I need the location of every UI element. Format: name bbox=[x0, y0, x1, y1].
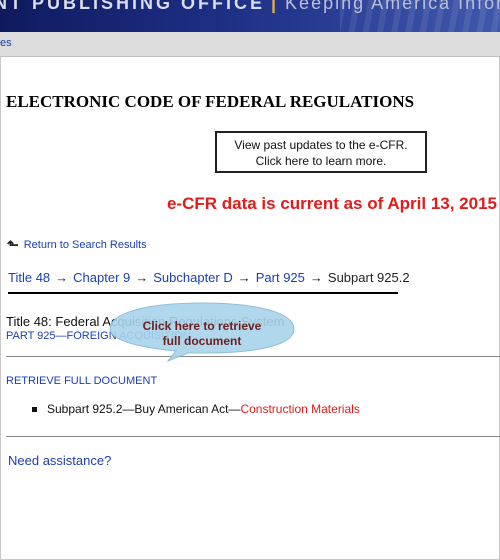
banner-text: NT PUBLISHING OFFICE | Keeping America Inf… bbox=[0, 0, 500, 14]
construction-materials-link[interactable]: Construction Materials bbox=[240, 402, 359, 416]
return-to-search-link[interactable]: Return to Search Results bbox=[24, 239, 147, 251]
need-assistance-link[interactable]: Need assistance? bbox=[8, 453, 111, 468]
callout-line2: full document bbox=[162, 334, 242, 348]
breadcrumb: Title 48 → Chapter 9 → Subchapter D → Part 925… bbox=[8, 270, 410, 294]
top-nav-bar: es bbox=[0, 32, 500, 57]
divider bbox=[6, 436, 500, 437]
subpart-prefix: Subpart 925.2—Buy American Act— bbox=[47, 402, 241, 416]
subpart-list-item: Subpart 925.2—Buy American Act—Construct… bbox=[32, 402, 360, 416]
past-updates-box[interactable]: View past updates to the e-CFR. Click he… bbox=[215, 131, 427, 173]
data-current-status: e-CFR data is current as of April 13, 20… bbox=[166, 194, 497, 213]
nav-link[interactable]: es bbox=[0, 37, 12, 49]
banner-separator: | bbox=[271, 0, 280, 13]
breadcrumb-separator: → bbox=[55, 270, 69, 285]
retrieve-full-document-link[interactable]: RETRIEVE FULL DOCUMENT bbox=[6, 375, 157, 387]
page-title: ELECTRONIC CODE OF FEDERAL REGULATIONS bbox=[6, 92, 415, 111]
bullet-icon bbox=[32, 407, 37, 413]
callout-text: Click here to retrieve full document bbox=[108, 319, 296, 349]
past-updates-line2: Click here to learn more. bbox=[255, 154, 387, 168]
up-arrow-icon: ⬑ bbox=[7, 236, 19, 253]
breadcrumb-separator: → bbox=[309, 270, 323, 285]
breadcrumb-current: Subpart 925.2 bbox=[327, 270, 410, 285]
breadcrumb-separator: → bbox=[237, 270, 251, 285]
breadcrumb-chapter[interactable]: Chapter 9 bbox=[73, 270, 130, 285]
breadcrumb-subchapter[interactable]: Subchapter D bbox=[153, 270, 233, 285]
callout-line1: Click here to retrieve bbox=[142, 319, 262, 333]
breadcrumb-separator: → bbox=[135, 270, 149, 285]
banner-tagline: Keeping America Informed bbox=[285, 0, 500, 13]
breadcrumb-title[interactable]: Title 48 bbox=[8, 270, 50, 285]
breadcrumb-part[interactable]: Part 925 bbox=[256, 270, 305, 285]
past-updates-line1: View past updates to the e-CFR. bbox=[234, 138, 408, 152]
banner-title: NT PUBLISHING OFFICE bbox=[0, 0, 265, 13]
gpo-banner: NT PUBLISHING OFFICE | Keeping America Inf… bbox=[0, 0, 500, 32]
return-to-search: ⬑ Return to Search Results bbox=[7, 236, 147, 254]
